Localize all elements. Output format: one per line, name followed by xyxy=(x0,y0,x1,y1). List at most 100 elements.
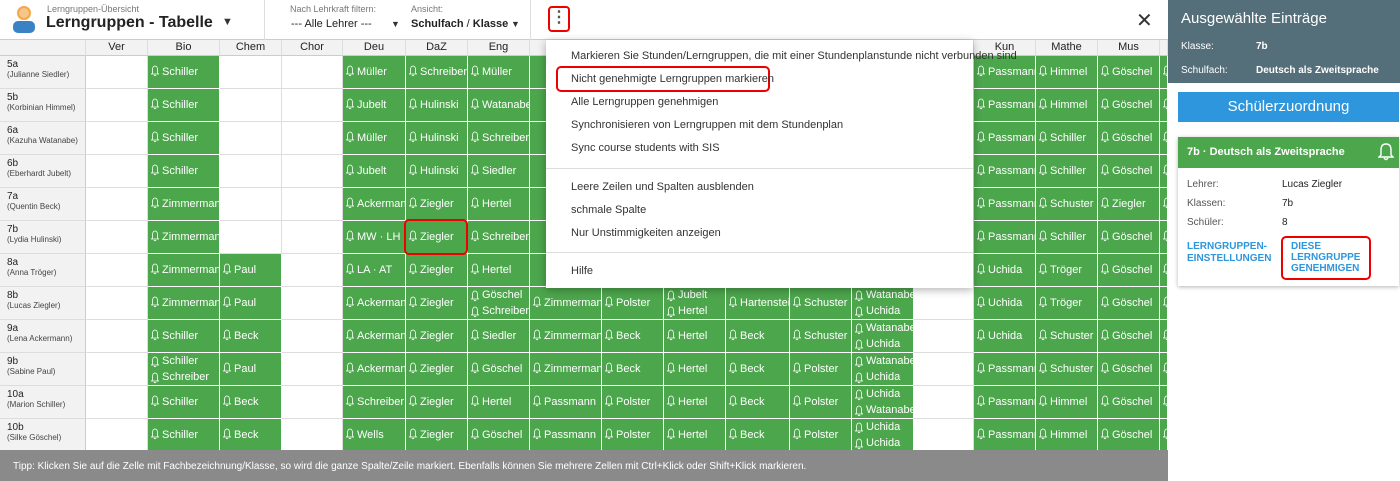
table-cell[interactable]: Beck xyxy=(726,320,790,353)
table-cell[interactable]: Polster xyxy=(602,287,664,320)
menu-item-sync-sis[interactable]: Sync course students with SIS xyxy=(571,142,720,154)
table-cell[interactable]: Schiller xyxy=(148,155,220,188)
table-cell[interactable] xyxy=(220,89,282,122)
menu-item-mark-unapproved[interactable]: Nicht genehmigte Lerngruppen markieren xyxy=(571,73,774,85)
table-cell[interactable] xyxy=(282,320,343,353)
menu-item-hide-empty[interactable]: Leere Zeilen und Spalten ausblenden xyxy=(571,181,754,193)
menu-item-mark-unconnected[interactable]: Markieren Sie Stunden/Lerngruppen, die m… xyxy=(571,50,1017,62)
column-header[interactable]: Mus xyxy=(1098,40,1160,56)
table-cell[interactable] xyxy=(86,254,148,287)
table-cell[interactable] xyxy=(282,89,343,122)
table-cell[interactable]: Paul xyxy=(220,254,282,287)
table-cell[interactable]: Schuster xyxy=(1036,188,1098,221)
menu-item-help[interactable]: Hilfe xyxy=(571,265,593,277)
table-cell[interactable]: Polster xyxy=(790,353,852,386)
table-cell[interactable]: Schiller xyxy=(148,386,220,419)
table-cell[interactable]: Hertel xyxy=(468,386,530,419)
table-cell[interactable]: Himmel xyxy=(1036,386,1098,419)
table-cell[interactable]: Müller xyxy=(343,122,406,155)
table-cell[interactable] xyxy=(86,353,148,386)
table-cell[interactable]: Göschel xyxy=(1098,56,1160,89)
row-header[interactable]: 6a (Kazuha Watanabe) xyxy=(0,122,86,155)
column-header[interactable]: Mathe xyxy=(1036,40,1098,56)
table-cell[interactable]: Göschel xyxy=(1098,386,1160,419)
table-cell[interactable] xyxy=(1160,221,1168,254)
table-cell[interactable]: Polster xyxy=(790,386,852,419)
table-cell[interactable]: Göschel xyxy=(1098,89,1160,122)
table-cell[interactable] xyxy=(1160,56,1168,89)
table-cell[interactable]: Göschel xyxy=(1098,353,1160,386)
table-cell[interactable]: Schreiber xyxy=(468,122,530,155)
table-cell[interactable] xyxy=(282,155,343,188)
table-cell[interactable] xyxy=(220,188,282,221)
table-cell[interactable]: Uchida xyxy=(974,287,1036,320)
table-cell[interactable]: Watanabe Uchida xyxy=(852,320,914,353)
table-cell[interactable]: Uchida xyxy=(974,320,1036,353)
table-cell[interactable]: Hulinski xyxy=(406,122,468,155)
table-cell[interactable] xyxy=(1160,155,1168,188)
table-cell[interactable] xyxy=(86,155,148,188)
column-header[interactable]: DaZ xyxy=(406,40,468,56)
table-cell[interactable]: Himmel xyxy=(1036,419,1098,450)
table-cell[interactable]: Hertel xyxy=(664,386,726,419)
table-cell[interactable] xyxy=(282,287,343,320)
table-cell[interactable]: Jubelt xyxy=(343,89,406,122)
table-cell[interactable] xyxy=(86,320,148,353)
table-cell[interactable]: Watanabe Uchida xyxy=(852,353,914,386)
table-cell[interactable]: Ackermann xyxy=(343,188,406,221)
table-cell[interactable]: Passmann xyxy=(974,419,1036,450)
table-cell[interactable] xyxy=(1160,122,1168,155)
table-cell[interactable]: Paul xyxy=(220,353,282,386)
table-cell[interactable]: Uchida Uchida xyxy=(852,419,914,450)
table-cell[interactable]: Polster xyxy=(602,419,664,450)
table-cell[interactable]: Schiller xyxy=(148,419,220,450)
table-cell[interactable] xyxy=(914,320,974,353)
table-cell[interactable]: Ziegler xyxy=(406,353,468,386)
table-cell[interactable]: Schiller xyxy=(148,320,220,353)
column-header[interactable]: Eng xyxy=(468,40,530,56)
table-cell[interactable]: Passmann xyxy=(974,155,1036,188)
row-header[interactable]: 10a (Marion Schiller) xyxy=(0,386,86,419)
table-cell[interactable] xyxy=(282,221,343,254)
row-header[interactable]: 6b (Eberhardt Jubelt) xyxy=(0,155,86,188)
table-cell[interactable]: Watanabe xyxy=(468,89,530,122)
table-cell[interactable] xyxy=(1160,188,1168,221)
table-cell[interactable]: MW · LH xyxy=(343,221,406,254)
table-cell[interactable]: Passmann xyxy=(974,89,1036,122)
table-cell[interactable]: Himmel xyxy=(1036,56,1098,89)
row-header[interactable]: 8a (Anna Tröger) xyxy=(0,254,86,287)
table-cell[interactable] xyxy=(86,221,148,254)
table-cell[interactable]: Zimmermann xyxy=(148,254,220,287)
table-cell[interactable]: Göschel xyxy=(1098,287,1160,320)
table-cell[interactable]: Hulinski xyxy=(406,155,468,188)
table-cell[interactable]: Passmann xyxy=(974,122,1036,155)
table-cell[interactable]: Hertel xyxy=(468,188,530,221)
table-cell[interactable]: Hertel xyxy=(664,353,726,386)
table-cell[interactable] xyxy=(282,56,343,89)
bell-icon[interactable] xyxy=(1378,142,1394,162)
table-cell[interactable]: Schiller Schreiber xyxy=(148,353,220,386)
table-cell[interactable] xyxy=(1160,254,1168,287)
table-cell[interactable]: Beck xyxy=(726,419,790,450)
table-cell[interactable]: Ziegler xyxy=(406,254,468,287)
row-header[interactable]: 5a (Julianne Siedler) xyxy=(0,56,86,89)
table-cell[interactable]: Zimmermann xyxy=(148,188,220,221)
table-cell[interactable]: Göschel xyxy=(1098,320,1160,353)
table-cell[interactable]: Passmann xyxy=(974,221,1036,254)
view-select[interactable]: Schulfach / Klasse xyxy=(411,18,508,30)
row-header[interactable]: 9b (Sabine Paul) xyxy=(0,353,86,386)
table-cell[interactable] xyxy=(914,419,974,450)
table-cell[interactable] xyxy=(282,254,343,287)
table-cell[interactable]: Beck xyxy=(220,386,282,419)
table-cell[interactable] xyxy=(86,419,148,450)
table-cell[interactable] xyxy=(86,89,148,122)
row-header[interactable]: 8b (Lucas Ziegler) xyxy=(0,287,86,320)
table-cell[interactable]: Schuster xyxy=(1036,320,1098,353)
table-cell[interactable]: Siedler xyxy=(468,155,530,188)
table-cell[interactable]: Zimmermann xyxy=(530,353,602,386)
menu-item-narrow-column[interactable]: schmale Spalte xyxy=(571,204,646,216)
table-cell[interactable]: Ziegler xyxy=(406,320,468,353)
approve-lerngruppe-link[interactable]: DIESE LERNGRUPPE GENEHMIGEN xyxy=(1281,236,1371,280)
table-cell[interactable] xyxy=(220,221,282,254)
table-cell[interactable] xyxy=(1160,419,1168,450)
